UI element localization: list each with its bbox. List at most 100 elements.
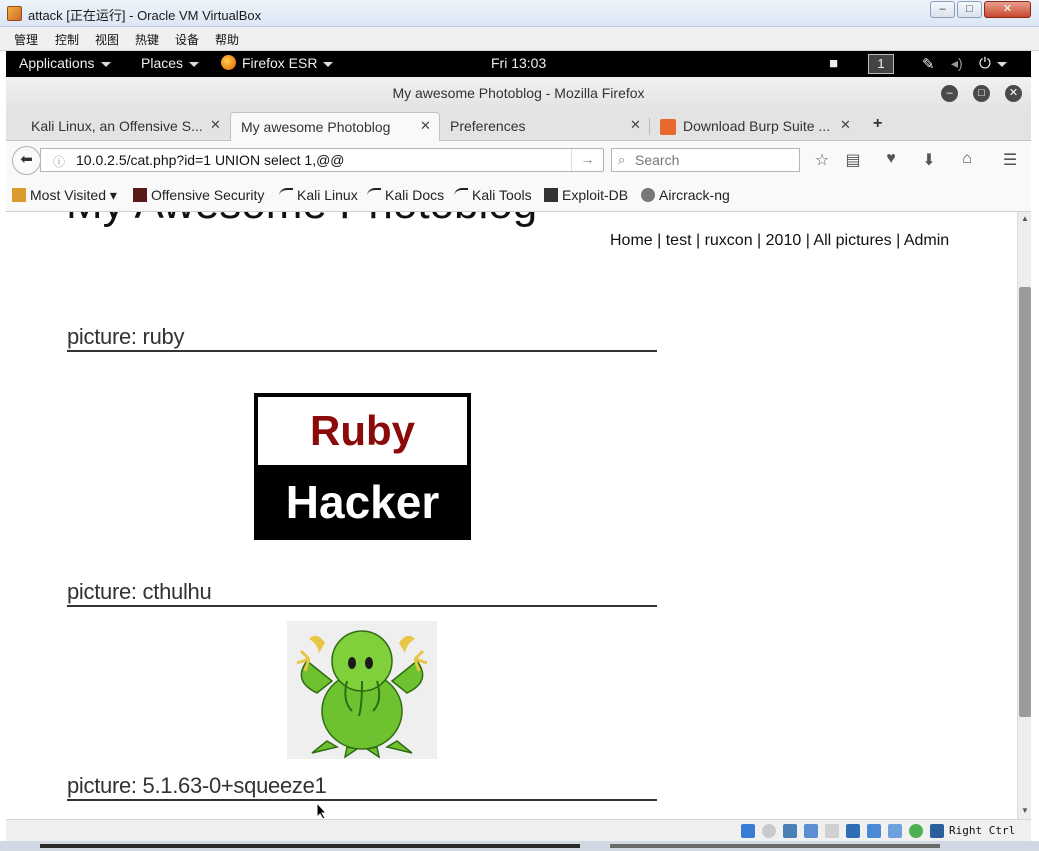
vbox-menu-view[interactable]: 视图: [95, 31, 119, 48]
bookmark-kali-docs[interactable]: Kali Docs: [367, 187, 444, 203]
optical-drive-icon[interactable]: [762, 824, 776, 838]
vbox-status-bar: Right Ctrl: [6, 819, 1031, 841]
search-icon: ⌕: [618, 152, 626, 167]
firefox-minimize-icon[interactable]: –: [941, 85, 958, 102]
page-viewport: My Awesome Photoblog Home | test | ruxco…: [6, 212, 1017, 819]
chevron-down-icon: [996, 61, 1007, 67]
firefox-app-menu[interactable]: Firefox ESR: [221, 55, 334, 71]
search-input[interactable]: ⌕ Search: [611, 148, 800, 172]
pen-icon[interactable]: ✎: [922, 55, 935, 73]
places-menu[interactable]: Places: [141, 55, 200, 71]
nav-ruxcon-link[interactable]: ruxcon: [705, 232, 753, 249]
tab-label: Preferences: [450, 118, 526, 134]
chevron-down-icon: [323, 61, 334, 67]
url-text[interactable]: 10.0.2.5/cat.php?id=1 UNION select 1,@@: [76, 152, 345, 168]
burp-favicon-icon: [660, 119, 676, 135]
nav-test-link[interactable]: test: [666, 232, 692, 249]
nav-admin-link[interactable]: Admin: [904, 232, 949, 249]
folder-icon: [12, 188, 26, 202]
video-camera-icon[interactable]: ■: [829, 55, 838, 72]
bookmark-aircrack-ng[interactable]: Aircrack-ng: [641, 187, 730, 203]
virtualization-icon[interactable]: [909, 824, 923, 838]
reader-list-icon[interactable]: ▤: [842, 150, 864, 170]
nav-all-pictures-link[interactable]: All pictures: [813, 232, 891, 249]
shared-folders-icon[interactable]: [846, 824, 860, 838]
bookmark-star-icon[interactable]: ☆: [811, 150, 833, 170]
bookmark-most-visited[interactable]: Most Visited ▾: [12, 187, 117, 204]
tab-preferences[interactable]: Preferences ✕: [442, 112, 646, 141]
nav-2010-link[interactable]: 2010: [766, 232, 802, 249]
usb-icon[interactable]: [825, 824, 839, 838]
power-icon[interactable]: ⏻: [979, 55, 1007, 72]
video-capture-icon[interactable]: [888, 824, 902, 838]
close-icon[interactable]: ✕: [420, 118, 431, 134]
gnome-top-bar: Applications Places Firefox ESR Fri 13:0…: [6, 51, 1031, 77]
firefox-icon: [221, 55, 236, 70]
back-arrow-icon[interactable]: ⬅: [12, 146, 41, 175]
vbox-menu-help[interactable]: 帮助: [215, 31, 239, 48]
firefox-maximize-icon[interactable]: □: [973, 85, 990, 102]
site-title: My Awesome Photoblog: [66, 212, 537, 229]
virtualbox-app-icon: [7, 6, 22, 21]
picture-heading-injected: picture: 5.1.63-0+squeeze1: [67, 773, 657, 801]
aircrack-icon: [641, 188, 655, 202]
vbox-close-button[interactable]: ✕: [984, 1, 1031, 18]
bookmarks-toolbar: Most Visited ▾ Offensive Security Kali L…: [6, 179, 1031, 212]
ruby-hacker-image[interactable]: Ruby Hacker: [254, 393, 471, 540]
search-placeholder: Search: [635, 152, 680, 168]
nav-home-link[interactable]: Home: [610, 232, 653, 249]
vbox-minimize-button[interactable]: ‒: [930, 1, 955, 18]
scroll-down-arrow-icon[interactable]: ▼: [1021, 806, 1029, 815]
display-icon[interactable]: [867, 824, 881, 838]
bookmark-kali-tools[interactable]: Kali Tools: [454, 187, 532, 203]
bookmark-offensive-security[interactable]: Offensive Security: [133, 187, 264, 203]
cthulhu-illustration: [296, 630, 428, 759]
mouse-cursor-icon: [316, 802, 328, 819]
chevron-down-icon: [189, 61, 200, 67]
hacker-image-text: Hacker: [285, 476, 440, 528]
clock[interactable]: Fri 13:03: [491, 55, 546, 71]
vbox-window-title: attack [正在运行] - Oracle VM VirtualBox: [28, 8, 262, 23]
audio-icon[interactable]: [783, 824, 797, 838]
close-icon[interactable]: ✕: [630, 117, 641, 133]
firefox-close-icon[interactable]: ✕: [1005, 85, 1022, 102]
nav-bar: ⬅ ⓘ 10.0.2.5/cat.php?id=1 UNION select 1…: [6, 141, 1031, 179]
hard-disk-icon[interactable]: [741, 824, 755, 838]
hamburger-menu-icon[interactable]: ☰: [999, 150, 1021, 170]
cthulhu-image[interactable]: [287, 621, 437, 759]
close-icon[interactable]: ✕: [210, 117, 221, 133]
volume-icon[interactable]: ◂): [951, 55, 963, 72]
bookmark-kali-linux[interactable]: Kali Linux: [279, 187, 358, 203]
home-icon[interactable]: ⌂: [956, 150, 978, 168]
vbox-menu-devices[interactable]: 设备: [175, 31, 199, 48]
pocket-icon[interactable]: ♥: [880, 150, 902, 168]
tab-kali-linux[interactable]: Kali Linux, an Offensive S... ✕: [14, 112, 230, 141]
tab-label: Kali Linux, an Offensive S...: [31, 118, 203, 134]
workspace-indicator[interactable]: 1: [868, 54, 894, 74]
scrollbar-thumb[interactable]: [1019, 287, 1031, 717]
firefox-window-title: My awesome Photoblog - Mozilla Firefox: [392, 85, 645, 101]
network-icon[interactable]: [804, 824, 818, 838]
url-bar[interactable]: ⓘ 10.0.2.5/cat.php?id=1 UNION select 1,@…: [40, 148, 604, 172]
applications-menu[interactable]: Applications: [19, 55, 111, 71]
new-tab-icon[interactable]: +: [873, 115, 882, 133]
picture-heading-cthulhu: picture: cthulhu: [67, 579, 657, 607]
vbox-menu-manage[interactable]: 管理: [14, 31, 38, 48]
vbox-menubar: 管理 控制 视图 热键 设备 帮助: [0, 27, 1039, 51]
go-arrow-icon[interactable]: →: [571, 149, 603, 171]
downloads-icon[interactable]: ⬇: [918, 150, 940, 170]
page-scrollbar[interactable]: ▲ ▼: [1017, 212, 1031, 819]
picture-heading-ruby: picture: ruby: [67, 324, 657, 352]
bookmark-exploit-db[interactable]: Exploit-DB: [544, 187, 628, 203]
scroll-up-arrow-icon[interactable]: ▲: [1021, 214, 1029, 223]
tab-photoblog[interactable]: My awesome Photoblog ✕: [230, 112, 440, 141]
tab-burp-suite[interactable]: Download Burp Suite ... ✕: [652, 112, 852, 141]
close-icon[interactable]: ✕: [840, 117, 851, 133]
vbox-maximize-button[interactable]: □: [957, 1, 982, 18]
info-icon[interactable]: ⓘ: [53, 153, 65, 170]
kali-dragon-icon: [279, 188, 293, 202]
tab-label: Download Burp Suite ...: [683, 118, 831, 134]
vbox-menu-control[interactable]: 控制: [55, 31, 79, 48]
vbox-menu-hotkeys[interactable]: 热键: [135, 31, 159, 48]
mouse-integration-icon[interactable]: [930, 824, 944, 838]
